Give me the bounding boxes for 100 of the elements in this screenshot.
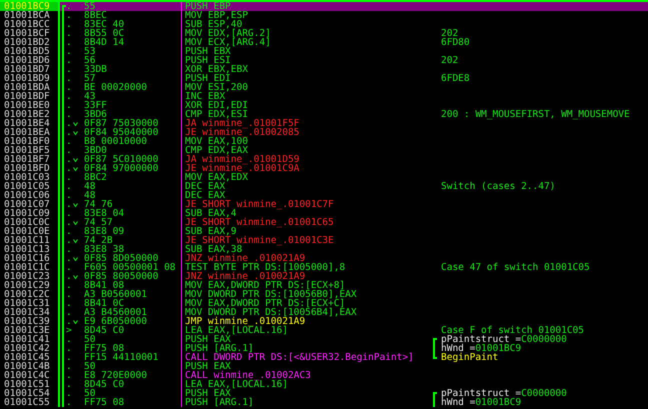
code-row[interactable]: 01001C41 . 50 PUSH EAX pPaintstruct =C0000000 (0, 335, 648, 344)
instruction-text: JNZ winmine_.010021A9 (185, 253, 306, 264)
code-row[interactable]: 01001BCF . 8B55 0C MOV EDX,[ARG.2] 202 (0, 29, 648, 38)
opcode-bytes: E9 6B050000 (84, 317, 147, 326)
instruction-text: PUSH EAX (185, 388, 231, 399)
row-marker: . (65, 74, 73, 83)
instruction-text: PUSH EAX (185, 334, 231, 345)
opcode-bytes: FF75 08 (84, 398, 124, 407)
code-row[interactable]: 01001C0C . 74 57 JE SHORT winmine_.01001C65 (0, 218, 648, 227)
code-row[interactable]: 01001C42 . FF75 08 PUSH [ARG.1] hWnd =01001BC9 (0, 344, 648, 353)
address-cell: 01001BC9 (0, 2, 60, 11)
instruction-text: PUSH EBX (185, 46, 231, 57)
code-row[interactable]: 01001BE4 . 0F87 75030000 JA winmine_.01001F5F (0, 119, 648, 128)
row-marker: . (65, 371, 73, 380)
row-marker: . (65, 335, 73, 344)
row-marker: . (65, 290, 73, 299)
opcode-bytes: 83EC 40 (84, 20, 124, 29)
code-row[interactable]: 01001BCC . 83EC 40 SUB ESP,40 (0, 20, 648, 29)
instruction-text: MOV EAX,DWORD PTR DS:[ECX+C] (185, 298, 346, 309)
code-row[interactable]: 01001C13 . 83E8 38 SUB EAX,38 (0, 245, 648, 254)
code-row[interactable]: 01001BCA . 8BEC MOV EBP,ESP (0, 11, 648, 20)
code-row[interactable]: 01001BFD . 0F84 97000000 JE winmine_.01001C9A (0, 164, 648, 173)
code-row[interactable]: 01001C55 . FF75 08 PUSH [ARG.1] hWnd =01001BC9 (0, 398, 648, 407)
code-row[interactable]: 01001BD7 . 33DB XOR EBX,EBX (0, 65, 648, 74)
instruction-text: SUB EAX,4 (185, 208, 236, 219)
instruction-text: MOV EBP,ESP (185, 10, 248, 21)
address-cell: 01001C1C (0, 263, 60, 272)
code-row[interactable]: 01001C34 . A3 B4560001 MOV DWORD PTR DS:[10056B4],EAX (0, 308, 648, 317)
code-row[interactable]: 01001BD9 . 57 PUSH EDI 6FDE8 (0, 74, 648, 83)
address-cell: 01001C23 (0, 272, 60, 281)
opcode-bytes: 48 (84, 191, 96, 200)
address-cell: 01001C51 (0, 380, 60, 389)
code-row[interactable]: 01001BD6 . 56 PUSH ESI 202 (0, 56, 648, 65)
address-cell: 01001C54 (0, 389, 60, 398)
comment-text: 6FDE8 (441, 74, 470, 83)
code-row[interactable]: 01001C4B . 50 PUSH EAX (0, 362, 648, 371)
address-cell: 01001C42 (0, 344, 60, 353)
row-marker: . (65, 29, 73, 38)
address-cell: 01001BE2 (0, 110, 60, 119)
code-row[interactable]: 01001BC9 . 55 PUSH EBP (0, 2, 648, 11)
code-row[interactable]: 01001C06 . 48 DEC EAX (0, 191, 648, 200)
address-cell: 01001BCC (0, 20, 60, 29)
code-row[interactable]: 01001C09 . 83E8 04 SUB EAX,4 (0, 209, 648, 218)
instruction-text: JA winmine_.01001F5F (185, 118, 300, 129)
address-cell: 01001BCA (0, 11, 60, 20)
opcode-bytes: FF75 08 (84, 344, 124, 353)
instruction-text: JE winmine_.01001C9A (185, 163, 300, 174)
address-cell: 01001C03 (0, 173, 60, 182)
code-row[interactable]: 01001C2C . A3 B0560001 MOV DWORD PTR DS:[10056B0],EAX (0, 290, 648, 299)
code-row[interactable]: 01001C07 . 74 76 JE SHORT winmine_.01001C7F (0, 200, 648, 209)
opcode-bytes: 8BC2 (84, 173, 107, 182)
code-row[interactable]: 01001BD2 . 8B4D 14 MOV ECX,[ARG.4] 6FD80 (0, 38, 648, 47)
instruction-text: XOR EDI,EDI (185, 100, 248, 111)
code-row[interactable]: 01001C3E > 8D45 C0 LEA EAX,[LOCAL.16] Case F of switch 01001C05 (0, 326, 648, 335)
address-cell: 01001C55 (0, 398, 60, 407)
code-row[interactable]: 01001BF0 . B8 00010000 MOV EAX,100 (0, 137, 648, 146)
row-marker: . (65, 389, 73, 398)
row-marker: . (65, 281, 73, 290)
address-cell: 01001BDA (0, 83, 60, 92)
code-row[interactable]: 01001C39 . E9 6B050000 JMP winmine_.010021A9 (0, 317, 648, 326)
row-marker: . (65, 227, 73, 236)
instruction-text: PUSH EBP (185, 2, 231, 12)
address-cell: 01001BD2 (0, 38, 60, 47)
opcode-bytes: 0F87 75030000 (84, 119, 158, 128)
code-row[interactable]: 01001C29 . 8B41 08 MOV EAX,DWORD PTR DS:[ECX+8] (0, 281, 648, 290)
code-row[interactable]: 01001C03 . 8BC2 MOV EAX,EDX (0, 173, 648, 182)
opcode-bytes: 3BD6 (84, 110, 107, 119)
row-marker: . (65, 83, 73, 92)
code-row[interactable]: 01001C4C . E8 720E0000 CALL winmine_.01002AC3 (0, 371, 648, 380)
code-row[interactable]: 01001C16 . 0F85 8D050000 JNZ winmine_.010021A9 (0, 254, 648, 263)
row-marker: . (65, 11, 73, 20)
code-row[interactable]: 01001BF5 . 3BD0 CMP EDX,EAX (0, 146, 648, 155)
code-row[interactable]: 01001C11 . 74 2B JE SHORT winmine_.01001C3E (0, 236, 648, 245)
code-row[interactable]: 01001C0E . 83E8 09 SUB EAX,9 (0, 227, 648, 236)
address-cell: 01001C09 (0, 209, 60, 218)
code-row[interactable]: 01001C54 . 50 PUSH EAX pPaintstruct =C0000000 (0, 389, 648, 398)
code-row[interactable]: 01001BE0 . 33FF XOR EDI,EDI (0, 101, 648, 110)
code-row[interactable]: 01001BDA . BE 00020000 MOV ESI,200 (0, 83, 648, 92)
opcode-bytes: B8 00010000 (84, 137, 147, 146)
code-row[interactable]: 01001C23 . 0F85 80050000 JNZ winmine_.010021A9 (0, 272, 648, 281)
code-row[interactable]: 01001BDF . 43 INC EBX (0, 92, 648, 101)
code-row[interactable]: 01001C1C . F605 00500001 08 TEST BYTE PTR DS:[1005000],8 Case 47 of switch 01001C05 (0, 263, 648, 272)
opcode-bytes: FF15 44110001 (84, 353, 158, 362)
row-marker: . (65, 245, 73, 254)
code-row[interactable]: 01001C31 . 8B41 0C MOV EAX,DWORD PTR DS:[ECX+C] (0, 299, 648, 308)
address-cell: 01001C4C (0, 371, 60, 380)
comment-text: 200 : WM_MOUSEFIRST, WM_MOUSEMOVE (441, 110, 630, 119)
code-row[interactable]: 01001C45 . FF15 44110001 CALL DWORD PTR DS:[<&USER32.BeginPaint>] BeginPaint (0, 353, 648, 362)
code-row[interactable]: 01001C51 . 8D45 C0 LEA EAX,[LOCAL.16] (0, 380, 648, 389)
code-row[interactable]: 01001BF7 . 0F87 5C010000 JA winmine_.01001D59 (0, 155, 648, 164)
code-row[interactable]: 01001C05 . 48 DEC EAX Switch (cases 2..47) (0, 182, 648, 191)
code-row[interactable]: 01001BD5 . 53 PUSH EBX (0, 47, 648, 56)
row-marker: . (65, 344, 73, 353)
code-row[interactable]: 01001BEA . 0F84 95040000 JE winmine_.01002085 (0, 128, 648, 137)
opcode-bytes: 3BD0 (84, 146, 107, 155)
comment-text: hWnd =01001BC9 (441, 398, 522, 407)
address-cell: 01001BD6 (0, 56, 60, 65)
instruction-text: JMP winmine_.010021A9 (185, 316, 306, 327)
address-cell: 01001BE0 (0, 101, 60, 110)
code-row[interactable]: 01001BE2 . 3BD6 CMP EDX,ESI 200 : WM_MOUSEFIRST, WM_MOUSEMOVE (0, 110, 648, 119)
